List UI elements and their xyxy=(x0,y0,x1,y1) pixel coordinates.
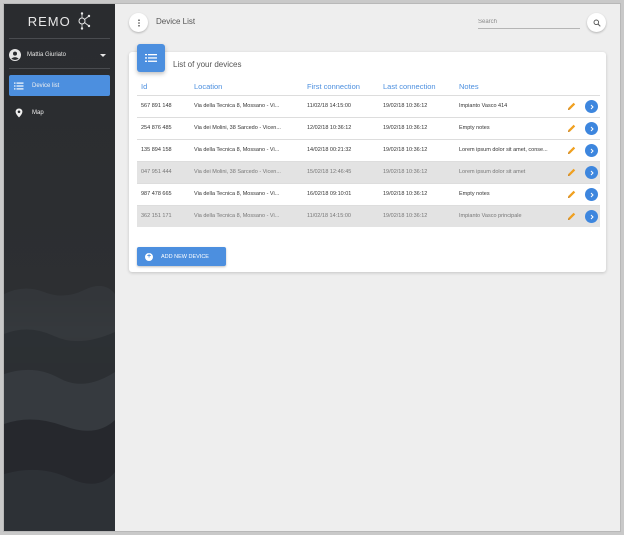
edit-device-button[interactable] xyxy=(566,167,577,178)
list-icon xyxy=(14,82,24,89)
edit-device-button[interactable] xyxy=(566,189,577,200)
pencil-icon xyxy=(568,102,576,110)
cell-last: 19/02/18 10:36:12 xyxy=(383,169,428,175)
add-new-device-button[interactable]: + ADD NEW DEVICE xyxy=(137,247,226,266)
logo-text: REMO xyxy=(27,13,71,29)
table-header: Id Location First connection Last connec… xyxy=(137,79,600,95)
cell-last: 19/02/18 10:36:12 xyxy=(383,147,428,153)
card-title: List of your devices xyxy=(173,60,242,69)
chevron-right-icon xyxy=(590,126,594,131)
sidebar-item-label: Device list xyxy=(32,82,60,89)
table-row[interactable]: 254 876 485 Via dei Molini, 38 Sarcedo - … xyxy=(137,117,600,139)
cell-last: 19/02/18 10:36:12 xyxy=(383,191,428,197)
card-header-icon xyxy=(137,44,165,72)
user-menu[interactable]: Mattia Giuriato xyxy=(9,46,110,64)
cell-notes: Lorem ipsum dolor sit amet, conse... xyxy=(459,147,548,153)
account-circle-icon xyxy=(9,49,21,61)
map-pin-icon xyxy=(15,108,23,117)
pencil-icon xyxy=(568,146,576,154)
chevron-right-icon xyxy=(590,148,594,153)
add-new-device-label: ADD NEW DEVICE xyxy=(161,253,209,260)
cell-notes: Impianto Vasco 414 xyxy=(459,103,508,109)
devices-table-body: 567 891 148 Via della Tecnica 8, Mossano … xyxy=(137,95,600,227)
cell-location: Via della Tecnica 8, Mossano - Vi... xyxy=(194,147,280,153)
sidebar-item-map[interactable]: Map xyxy=(9,102,110,123)
cell-last: 19/02/18 10:36:12 xyxy=(383,103,428,109)
cell-first: 12/02/18 10:36:12 xyxy=(307,125,352,131)
cell-location: Via dei Molini, 38 Sarcedo - Vicen... xyxy=(194,125,281,131)
cell-id: 362 151 171 xyxy=(141,213,172,219)
chevron-right-icon xyxy=(590,104,594,109)
list-icon xyxy=(145,54,157,62)
search-button[interactable] xyxy=(587,13,606,32)
table-row[interactable]: 135 894 158 Via della Tecnica 8, Mossano … xyxy=(137,139,600,161)
cell-id: 987 478 665 xyxy=(141,191,172,197)
cell-first: 16/02/18 09:10:01 xyxy=(307,191,352,197)
table-row[interactable]: 987 478 665 Via della Tecnica 8, Mossano … xyxy=(137,183,600,205)
cell-location: Via della Tecnica 8, Mossano - Vi... xyxy=(194,191,280,197)
pencil-icon xyxy=(568,124,576,132)
sidebar-item-label: Map xyxy=(32,109,44,116)
open-device-button[interactable] xyxy=(585,166,598,179)
sidebar-divider xyxy=(9,68,110,69)
column-header-notes[interactable]: Notes xyxy=(459,82,479,91)
edit-device-button[interactable] xyxy=(566,145,577,156)
chevron-right-icon xyxy=(590,192,594,197)
search-icon xyxy=(593,19,601,27)
search-input[interactable] xyxy=(478,15,580,29)
edit-device-button[interactable] xyxy=(566,123,577,134)
page-title: Device List xyxy=(156,17,196,26)
user-name: Mattia Giuriato xyxy=(27,52,67,58)
cell-first: 15/02/18 12:46:45 xyxy=(307,169,352,175)
edit-device-button[interactable] xyxy=(566,211,577,222)
cell-first: 14/02/18 00:21:32 xyxy=(307,147,352,153)
table-row[interactable]: 047 951 444 Via dei Molini, 38 Sarcedo - … xyxy=(137,161,600,183)
sea-background-image xyxy=(4,285,115,531)
cell-notes: Impianto Vasco principale xyxy=(459,213,522,219)
chevron-right-icon xyxy=(590,214,594,219)
app-logo[interactable]: REMO xyxy=(4,12,115,34)
cell-notes: Lorem ipsum dolor sit amet xyxy=(459,169,526,175)
open-device-button[interactable] xyxy=(585,144,598,157)
chevron-right-icon xyxy=(590,170,594,175)
cell-notes: Empty notes xyxy=(459,191,490,197)
edit-device-button[interactable] xyxy=(566,101,577,112)
cell-location: Via della Tecnica 8, Mossano - Vi... xyxy=(194,213,280,219)
sidebar-divider xyxy=(9,38,110,39)
cell-first: 11/02/18 14:15:00 xyxy=(307,103,351,109)
open-device-button[interactable] xyxy=(585,122,598,135)
menu-button[interactable] xyxy=(129,13,148,32)
open-device-button[interactable] xyxy=(585,210,598,223)
cell-last: 19/02/18 10:36:12 xyxy=(383,125,428,131)
cell-location: Via dei Molini, 38 Sarcedo - Vicen... xyxy=(194,169,281,175)
cell-id: 254 876 485 xyxy=(141,125,172,131)
column-header-id[interactable]: Id xyxy=(141,82,147,91)
table-row[interactable]: 362 151 171 Via della Tecnica 8, Mossano … xyxy=(137,205,600,227)
network-node-icon xyxy=(78,12,91,30)
pencil-icon xyxy=(568,190,576,198)
pencil-icon xyxy=(568,212,576,220)
cell-id: 567 891 148 xyxy=(141,103,172,109)
column-header-location[interactable]: Location xyxy=(194,82,222,91)
pencil-icon xyxy=(568,168,576,176)
cell-last: 19/02/18 10:36:12 xyxy=(383,213,428,219)
more-vertical-icon xyxy=(137,18,140,27)
open-device-button[interactable] xyxy=(585,188,598,201)
open-device-button[interactable] xyxy=(585,100,598,113)
cell-notes: Empty notes xyxy=(459,125,490,131)
sidebar-item-device-list[interactable]: Device list xyxy=(9,75,110,96)
table-row[interactable]: 567 891 148 Via della Tecnica 8, Mossano … xyxy=(137,95,600,117)
column-header-last-connection[interactable]: Last connection xyxy=(383,82,436,91)
chevron-down-icon[interactable] xyxy=(100,53,106,57)
cell-id: 047 951 444 xyxy=(141,169,172,175)
sidebar: REMO Mattia Giuriato Device list Map xyxy=(4,4,115,531)
cell-id: 135 894 158 xyxy=(141,147,172,153)
cell-location: Via della Tecnica 8, Mossano - Vi... xyxy=(194,103,280,109)
column-header-first-connection[interactable]: First connection xyxy=(307,82,360,91)
plus-icon: + xyxy=(145,252,153,261)
app-frame: REMO Mattia Giuriato Device list Map Dev… xyxy=(3,3,621,532)
cell-first: 11/02/18 14:15:00 xyxy=(307,213,351,219)
